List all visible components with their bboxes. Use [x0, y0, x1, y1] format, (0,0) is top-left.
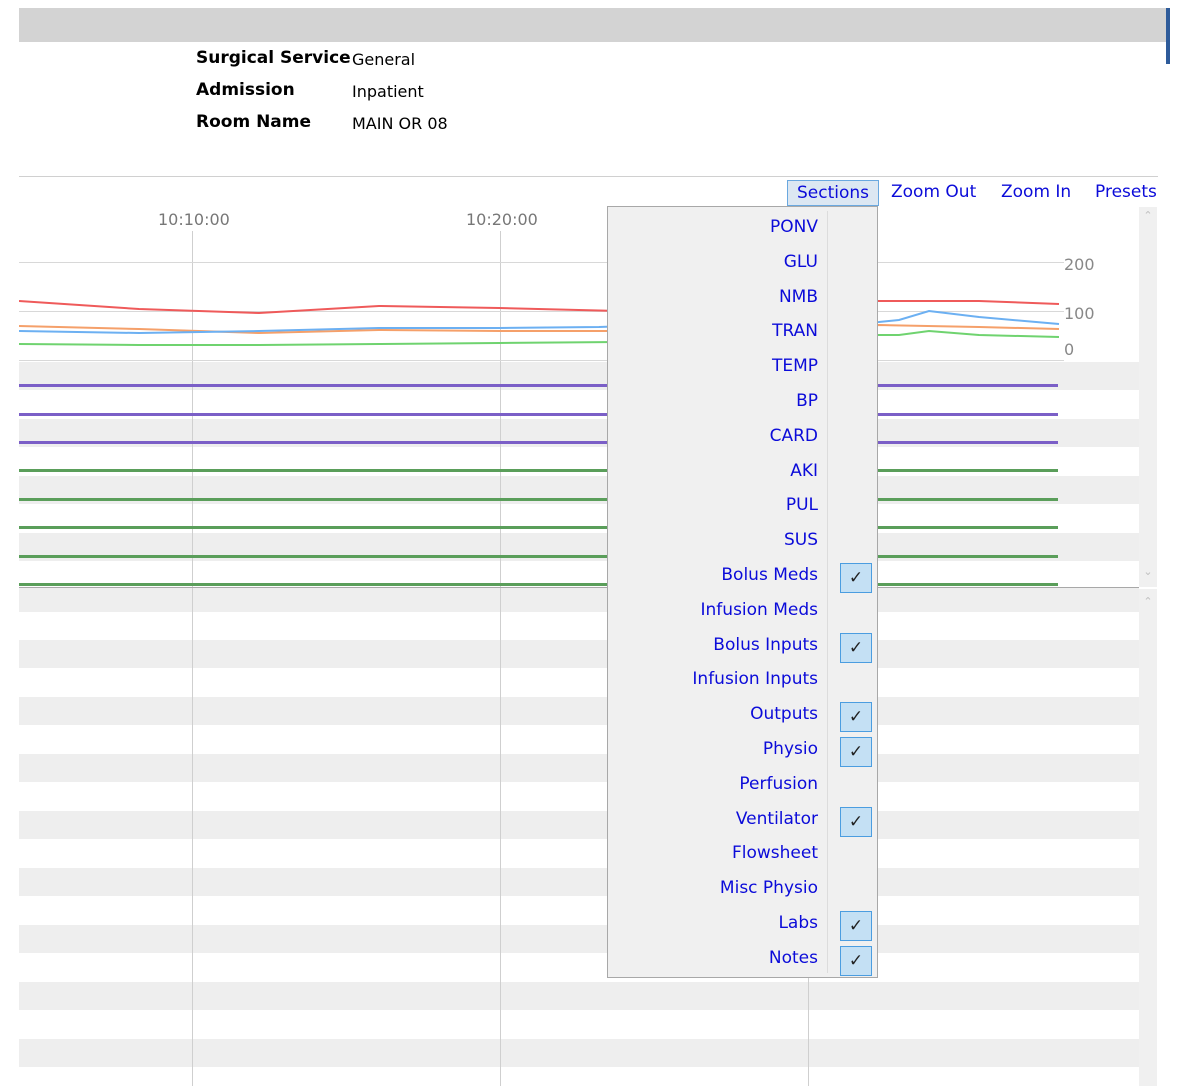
check-icon[interactable]: ✓ — [840, 563, 872, 593]
sections-menu-item[interactable]: PONV — [608, 213, 828, 247]
sections-menu-item-label: Infusion Inputs — [692, 669, 818, 690]
sections-menu-item[interactable]: Infusion Meds — [608, 596, 828, 630]
check-icon[interactable]: ✓ — [840, 702, 872, 733]
scroll-up-icon[interactable]: ⌃ — [1139, 595, 1157, 608]
row-stripe — [19, 697, 1139, 725]
row-stripe — [19, 1039, 1139, 1067]
row-stripe — [19, 754, 1139, 782]
sections-menu-item-label: Ventilator — [735, 808, 818, 829]
sections-menu-item-label: PUL — [785, 495, 818, 516]
axis-label-0: 0 — [1064, 340, 1075, 359]
sections-grid — [19, 588, 1139, 1086]
header-divider — [19, 176, 1158, 177]
surgical-service-value: General — [352, 50, 416, 69]
sections-menu-item[interactable]: TRAN — [608, 317, 828, 351]
scroll-down-icon[interactable]: ⌄ — [1139, 565, 1157, 578]
sections-menu-item[interactable]: NMB — [608, 283, 828, 317]
section-bar — [19, 384, 1058, 387]
sections-menu-item[interactable]: PUL — [608, 491, 828, 525]
section-bar — [19, 526, 1058, 529]
sections-menu-item[interactable]: Infusion Inputs — [608, 665, 828, 699]
sections-menu-item-label: Outputs — [750, 704, 818, 725]
title-bar — [19, 8, 1166, 42]
sections-menu-item[interactable]: SUS — [608, 526, 828, 560]
admission-value: Inpatient — [352, 82, 424, 101]
admission-label: Admission — [196, 80, 295, 100]
row-stripe — [19, 925, 1139, 953]
zoom-out-button[interactable]: Zoom Out — [889, 180, 978, 206]
check-icon[interactable]: ✓ — [840, 632, 872, 663]
check-icon[interactable]: ✓ — [840, 737, 872, 767]
sections-menu-item-label: TEMP — [771, 356, 818, 377]
sections-menu-item-label: Bolus Meds — [721, 565, 818, 585]
check-icon[interactable]: ✓ — [840, 911, 872, 941]
section-bar — [19, 469, 1058, 472]
sections-menu-item[interactable]: Misc Physio — [608, 874, 828, 908]
sections-menu-item-label: CARD — [769, 425, 818, 446]
sections-scrollbar[interactable]: ⌃ — [1139, 589, 1157, 1086]
axis-label-100: 100 — [1064, 304, 1095, 323]
row-stripe — [19, 588, 1139, 612]
sections-menu-item-label: NMB — [778, 286, 818, 307]
vitals-trend-svg — [19, 300, 1060, 346]
chart-scrollbar[interactable]: ⌃ ⌄ — [1139, 207, 1157, 587]
time-gridline — [192, 588, 193, 1086]
sections-menu-item[interactable]: Flowsheet — [608, 839, 828, 873]
sections-menu-item-label: Misc Physio — [719, 878, 818, 899]
sections-menu-item[interactable]: Notes ✓ — [608, 944, 872, 978]
sections-menu-item-label: SUS — [783, 530, 818, 551]
axis-label-200: 200 — [1064, 255, 1095, 274]
zoom-in-button[interactable]: Zoom In — [999, 180, 1073, 206]
red-vital-trend — [19, 300, 1060, 315]
sections-menu-item-label: Infusion Meds — [700, 599, 818, 620]
sections-menu-item[interactable]: Bolus Meds ✓ — [608, 561, 872, 595]
sections-menu-item-label: Perfusion — [739, 773, 818, 794]
time-gridline — [500, 588, 501, 1086]
presets-button[interactable]: Presets — [1093, 180, 1159, 206]
sections-menu-item[interactable]: Perfusion — [608, 770, 828, 804]
check-icon[interactable]: ✓ — [840, 945, 872, 976]
check-icon[interactable]: ✓ — [840, 806, 872, 837]
sections-menu-item[interactable]: TEMP — [608, 352, 828, 386]
row-stripe — [19, 982, 1139, 1010]
sections-menu-item[interactable]: GLU — [608, 248, 828, 282]
sections-menu-item[interactable]: Labs ✓ — [608, 909, 872, 943]
section-bar — [19, 441, 1058, 444]
row-stripe — [19, 640, 1139, 668]
sections-menu-item-label: Bolus Inputs — [713, 634, 818, 655]
sections-menu-item-label: BP — [796, 391, 818, 411]
scroll-up-icon[interactable]: ⌃ — [1139, 209, 1157, 222]
sections-menu-item[interactable]: AKI — [608, 457, 828, 491]
sections-menu-item[interactable]: Physio ✓ — [608, 735, 872, 769]
room-name-label: Room Name — [196, 112, 312, 132]
surgical-service-label: Surgical Service — [196, 48, 351, 68]
sections-menu-item-label: Flowsheet — [731, 843, 818, 864]
row-stripe — [19, 811, 1139, 839]
sections-menu-item-label: GLU — [783, 251, 818, 272]
sections-menu-item-label: Labs — [778, 913, 818, 933]
section-bar — [19, 583, 1058, 586]
sections-menu-item-label: Notes — [768, 947, 818, 968]
sections-menu-item[interactable]: CARD — [608, 422, 828, 456]
sections-menu-item[interactable]: Ventilator ✓ — [608, 805, 872, 839]
section-bar — [19, 498, 1058, 501]
sections-dropdown-menu: PONV GLU NMB TRAN TEMP BP CARD AKI PUL SUS Bolus M… — [607, 206, 878, 978]
sections-menu-item-label: AKI — [790, 460, 818, 481]
section-bar — [19, 413, 1058, 416]
row-stripe — [19, 868, 1139, 896]
section-bar — [19, 555, 1058, 558]
sections-menu-item-label: TRAN — [772, 321, 818, 342]
sections-button[interactable]: Sections — [787, 180, 879, 206]
sections-menu-item[interactable]: Bolus Inputs ✓ — [608, 631, 872, 665]
timeline-chart — [19, 207, 1139, 587]
sections-menu-item-label: Physio — [762, 739, 818, 759]
room-name-value: MAIN OR 08 — [352, 114, 448, 133]
sections-menu-item[interactable]: Outputs ✓ — [608, 700, 872, 734]
sections-menu-item-label: PONV — [770, 217, 818, 237]
scroll-accent — [1166, 8, 1170, 64]
sections-menu-item[interactable]: BP — [608, 387, 828, 421]
